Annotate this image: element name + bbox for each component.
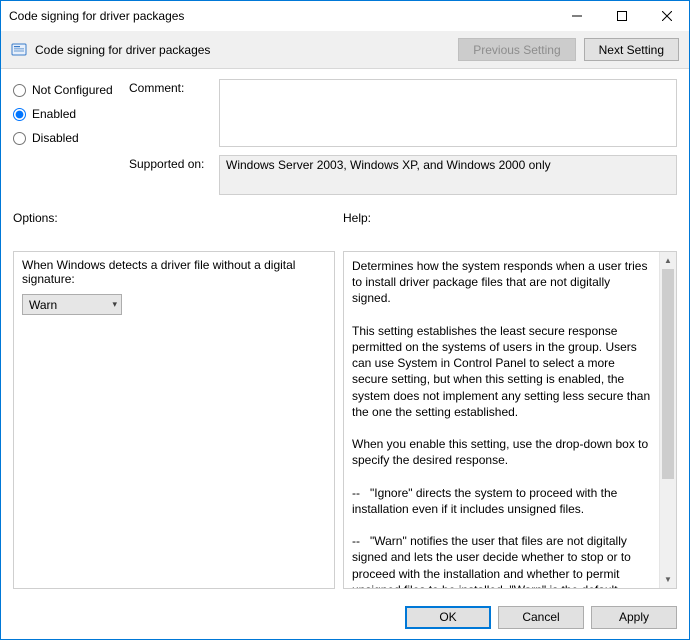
dropdown-value: Warn xyxy=(29,298,57,312)
radio-not-configured-label: Not Configured xyxy=(32,83,113,97)
config-area: Not Configured Enabled Disabled Comment:… xyxy=(1,69,689,207)
chevron-down-icon: ▾ xyxy=(112,299,117,310)
help-section-label: Help: xyxy=(343,211,371,225)
window-controls xyxy=(554,1,689,31)
field-area: Comment: Supported on: Windows Server 20… xyxy=(129,79,677,203)
radio-not-configured[interactable]: Not Configured xyxy=(13,83,123,97)
options-panel: When Windows detects a driver file witho… xyxy=(13,251,335,589)
radio-disabled[interactable]: Disabled xyxy=(13,131,123,145)
footer: OK Cancel Apply xyxy=(1,595,689,639)
scroll-up-icon[interactable]: ▲ xyxy=(660,252,676,269)
help-scrollbar[interactable]: ▲ ▼ xyxy=(659,252,676,588)
policy-icon xyxy=(11,42,27,58)
cancel-button[interactable]: Cancel xyxy=(498,606,584,629)
ok-button[interactable]: OK xyxy=(405,606,491,629)
comment-label: Comment: xyxy=(129,79,219,95)
section-labels: Options: Help: xyxy=(1,207,689,231)
help-text: Determines how the system responds when … xyxy=(344,252,659,588)
options-description: When Windows detects a driver file witho… xyxy=(22,258,326,286)
close-button[interactable] xyxy=(644,1,689,30)
radio-enabled-input[interactable] xyxy=(13,108,26,121)
dialog-window: Code signing for driver packages Code si… xyxy=(0,0,690,640)
next-setting-button[interactable]: Next Setting xyxy=(584,38,679,61)
signature-response-dropdown[interactable]: Warn ▾ xyxy=(22,294,122,315)
scroll-thumb[interactable] xyxy=(662,269,674,479)
supported-value: Windows Server 2003, Windows XP, and Win… xyxy=(219,155,677,195)
radio-enabled-label: Enabled xyxy=(32,107,76,121)
supported-label: Supported on: xyxy=(129,155,219,171)
maximize-button[interactable] xyxy=(599,1,644,30)
panels: When Windows detects a driver file witho… xyxy=(1,251,689,589)
supported-row: Supported on: Windows Server 2003, Windo… xyxy=(129,155,677,195)
header-title: Code signing for driver packages xyxy=(35,43,450,57)
apply-button[interactable]: Apply xyxy=(591,606,677,629)
comment-row: Comment: xyxy=(129,79,677,147)
titlebar: Code signing for driver packages xyxy=(1,1,689,31)
header-bar: Code signing for driver packages Previou… xyxy=(1,31,689,69)
previous-setting-button: Previous Setting xyxy=(458,38,575,61)
radio-not-configured-input[interactable] xyxy=(13,84,26,97)
options-section-label: Options: xyxy=(13,211,343,225)
radio-disabled-label: Disabled xyxy=(32,131,79,145)
scroll-down-icon[interactable]: ▼ xyxy=(660,571,676,588)
window-title: Code signing for driver packages xyxy=(9,9,554,23)
help-panel: Determines how the system responds when … xyxy=(343,251,677,589)
radio-enabled[interactable]: Enabled xyxy=(13,107,123,121)
radio-disabled-input[interactable] xyxy=(13,132,26,145)
state-radios: Not Configured Enabled Disabled xyxy=(13,79,123,203)
minimize-button[interactable] xyxy=(554,1,599,30)
comment-input[interactable] xyxy=(219,79,677,147)
